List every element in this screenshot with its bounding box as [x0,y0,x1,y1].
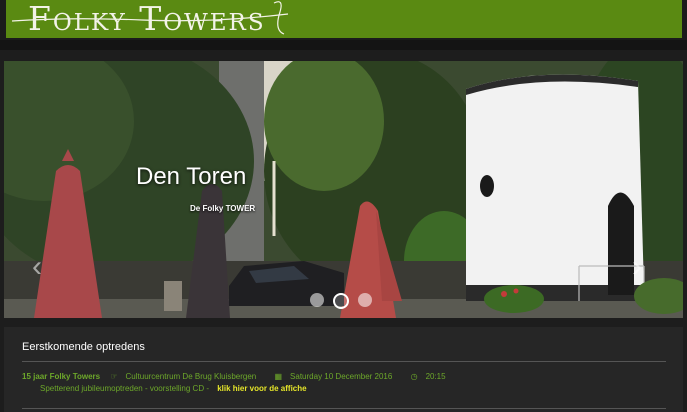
carousel-next-button[interactable]: › [632,252,642,282]
slide-caption-title: Den Toren [136,163,247,190]
logo-banner[interactable]: Folky Towers [6,0,682,38]
nav-strip [0,40,687,50]
chevron-right-icon: › [632,250,642,283]
carousel-indicator-2[interactable] [333,293,349,309]
slide-image [4,61,683,318]
carousel-indicator-3[interactable] [358,293,372,307]
chevron-left-icon: ‹ [32,250,42,283]
clock-icon: ◷ [410,372,418,381]
site-logo[interactable]: Folky Towers [28,1,266,37]
event-date: Saturday 10 December 2016 [290,372,393,381]
carousel-indicators [310,293,380,311]
site-header: Folky Towers [0,0,687,40]
divider [22,361,666,362]
slide-caption-subtitle: De Folky TOWER [190,204,256,213]
event-name[interactable]: 15 jaar Folky Towers [22,372,100,381]
divider [22,408,666,409]
event-meta: 15 jaar Folky Towers ☞ Cultuurcentrum De … [22,372,462,381]
event-time-wrap: ◷ 20:15 [411,372,454,381]
event-date-wrap: ▦ Saturday 10 December 2016 [274,372,400,381]
event-venue: Cultuurcentrum De Brug Kluisbergen [125,372,257,381]
calendar-icon: ▦ [274,372,283,381]
carousel-prev-button[interactable]: ‹ [32,252,42,282]
event-details: Spetterend jubileumoptreden - voorstelli… [40,384,307,393]
event-venue-wrap: ☞ Cultuurcentrum De Brug Kluisbergen [110,372,264,381]
event-time: 20:15 [425,372,446,381]
image-carousel[interactable] [4,61,683,318]
poster-link[interactable]: klik hier voor de affiche [217,384,306,393]
carousel-indicator-1[interactable] [310,293,324,307]
upcoming-events-section: Eerstkomende optredens 15 jaar Folky Tow… [4,327,683,412]
venue-icon: ☞ [110,372,118,381]
section-title: Eerstkomende optredens [22,341,145,353]
event-description: Spetterend jubileumoptreden - voorstelli… [40,384,209,393]
